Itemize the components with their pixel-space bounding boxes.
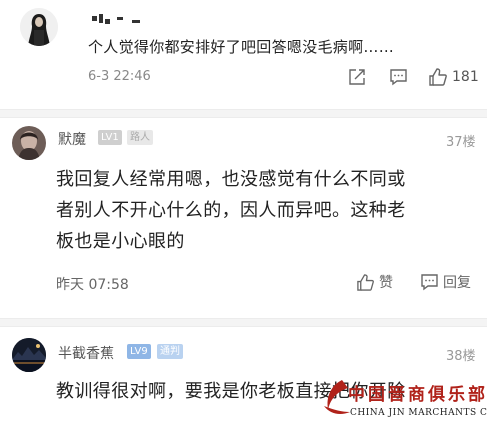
watermark-english: CHINA JIN MARCHANTS CLUB [350,408,487,418]
thumbs-up-icon [429,68,447,86]
timestamp: 昨天 07:58 [56,277,129,293]
level-badge: LV1 [98,130,122,145]
comment-1: 个人觉得你都安排好了吧回答嗯没毛病啊…… 6-3 22:46 181 [0,0,487,110]
rank-badge: 通判 [157,344,183,359]
comment-line: 者别人不开心什么的，因人而异吧。这种老 [56,200,406,221]
comment-2: 默魔 LV1 路人 37楼 我回复人经常用嗯，也没感觉有什么不同或 者别人不开心… [0,118,487,308]
like-button[interactable]: 赞 [356,272,393,292]
rank-badge: 路人 [127,130,153,145]
username[interactable]: 半截香蕉 [58,343,114,363]
divider [0,318,487,327]
avatar[interactable] [20,8,58,46]
comment-text: 我回复人经常用嗯，也没感觉有什么不同或 者别人不开心什么的，因人而异吧。这种老 … [56,164,476,257]
avatar[interactable] [12,126,46,160]
divider [0,109,487,118]
share-icon [349,69,365,85]
comment-icon [390,69,407,86]
comment-icon [421,274,438,291]
username[interactable]: 默魔 [58,129,86,149]
floor-number: 38楼 [446,349,476,364]
comment-line: 板也是小心眼的 [56,231,185,252]
level-badge: LV9 [127,344,151,359]
reply-button[interactable] [389,68,408,86]
comment-text: 个人觉得你都安排好了吧回答嗯没毛病啊…… [88,38,395,56]
thumbs-up-icon [357,273,374,291]
username-obscured[interactable] [92,12,172,28]
like-count: 181 [452,69,479,85]
reply-button[interactable]: 回复 [420,272,471,292]
reply-label: 回复 [443,275,471,291]
watermark: 中国晋商俱乐部 CHINA JIN MARCHANTS CLUB [320,374,487,432]
timestamp: 6-3 22:46 [88,69,151,84]
share-button[interactable] [348,68,366,86]
watermark-chinese: 中国晋商俱乐部 [348,385,487,405]
like-label: 赞 [379,275,393,291]
avatar[interactable] [12,338,46,372]
like-button[interactable]: 181 [428,67,479,87]
floor-number: 37楼 [446,135,476,150]
comment-line: 我回复人经常用嗯，也没感觉有什么不同或 [56,169,406,190]
